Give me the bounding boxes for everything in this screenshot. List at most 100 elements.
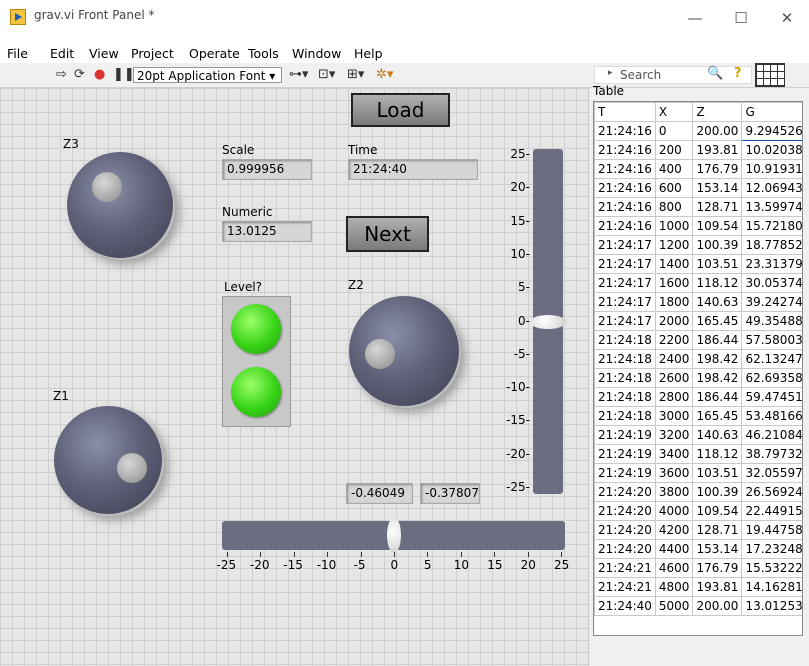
table-cell[interactable]: 400 <box>654 159 694 179</box>
table-cell[interactable]: 46.210842 <box>741 425 802 445</box>
table-cell[interactable]: 21:24:18 <box>594 406 656 426</box>
table-cell[interactable]: 23.313792 <box>741 254 802 274</box>
table-cell[interactable]: 3200 <box>654 425 694 445</box>
table-cell[interactable]: 15.532225 <box>741 558 802 578</box>
table-cell[interactable]: 21:24:17 <box>594 235 656 255</box>
level-led-top[interactable] <box>231 304 281 354</box>
table-cell[interactable]: 1000 <box>654 216 694 236</box>
load-button[interactable]: Load <box>351 93 450 127</box>
table-cell[interactable]: 200.00 <box>692 596 743 616</box>
table-cell[interactable]: 17.232485 <box>741 539 802 559</box>
horizontal-slider-thumb[interactable] <box>387 517 401 553</box>
table-cell[interactable]: 21:24:17 <box>594 311 656 331</box>
table-cell[interactable]: 4200 <box>654 520 694 540</box>
table-cell[interactable]: 21:24:21 <box>594 558 656 578</box>
table-cell[interactable]: 13.012538 <box>741 596 802 616</box>
table-cell[interactable]: 21:24:16 <box>594 216 656 236</box>
table-cell[interactable]: 198.42 <box>692 349 743 369</box>
table-cell[interactable]: 21:24:17 <box>594 292 656 312</box>
table-cell[interactable]: 39.242742 <box>741 292 802 312</box>
table-cell[interactable]: 21:24:16 <box>594 178 656 198</box>
table-cell[interactable]: 21:24:19 <box>594 425 656 445</box>
table-cell[interactable]: 2200 <box>654 330 694 350</box>
close-button[interactable]: ✕ <box>764 4 809 32</box>
table-cell[interactable]: 103.51 <box>692 254 743 274</box>
table-cell[interactable]: 1800 <box>654 292 694 312</box>
table-cell[interactable]: 26.569246 <box>741 482 802 502</box>
table-cell[interactable]: 22.449152 <box>741 501 802 521</box>
table-cell[interactable]: 193.81 <box>692 577 743 597</box>
table-cell[interactable]: 193.81 <box>692 140 743 160</box>
font-select[interactable]: 20pt Application Font ▾ <box>133 67 282 83</box>
table-cell[interactable]: 3400 <box>654 444 694 464</box>
data-table[interactable]: T X Z G 21:24:16 0 200.00 9.294526 21:24:16 200 19… <box>593 101 803 636</box>
menu-project[interactable]: Project <box>131 46 174 61</box>
table-cell[interactable]: 165.45 <box>692 311 743 331</box>
table-cell[interactable]: 21:24:18 <box>594 330 656 350</box>
table-cell[interactable]: 1400 <box>654 254 694 274</box>
table-column-header[interactable]: G <box>741 102 802 122</box>
abort-icon[interactable]: ● <box>94 67 105 82</box>
table-cell[interactable]: 21:24:16 <box>594 197 656 217</box>
table-cell[interactable]: 3000 <box>654 406 694 426</box>
table-cell[interactable]: 57.580031 <box>741 330 802 350</box>
table-cell[interactable]: 59.474516 <box>741 387 802 407</box>
table-cell[interactable]: 21:24:20 <box>594 539 656 559</box>
table-cell[interactable]: 109.54 <box>692 216 743 236</box>
table-cell[interactable]: 21:24:20 <box>594 482 656 502</box>
table-cell[interactable]: 19.447581 <box>741 520 802 540</box>
table-cell[interactable]: 49.354887 <box>741 311 802 331</box>
table-column-header[interactable]: X <box>654 102 694 122</box>
maximize-button[interactable]: ☐ <box>718 4 764 32</box>
table-cell[interactable]: 21:24:40 <box>594 596 656 616</box>
table-cell[interactable]: 140.63 <box>692 425 743 445</box>
table-cell[interactable]: 2800 <box>654 387 694 407</box>
table-cell[interactable]: 21:24:18 <box>594 368 656 388</box>
table-cell[interactable]: 30.053743 <box>741 273 802 293</box>
z1-knob[interactable] <box>54 406 162 514</box>
table-cell[interactable]: 21:24:20 <box>594 501 656 521</box>
search-scope-icon[interactable]: ▸ <box>608 68 613 78</box>
table-cell[interactable]: 128.71 <box>692 197 743 217</box>
table-cell[interactable]: 21:24:16 <box>594 159 656 179</box>
table-cell[interactable]: 21:24:17 <box>594 273 656 293</box>
table-cell[interactable]: 21:24:16 <box>594 121 656 141</box>
resize-icon[interactable]: ⊞▾ <box>347 67 364 82</box>
table-cell[interactable]: 118.12 <box>692 273 743 293</box>
pause-icon[interactable]: ❚❚ <box>113 67 135 82</box>
table-cell[interactable]: 62.132474 <box>741 349 802 369</box>
table-cell[interactable]: 200.00 <box>692 121 743 141</box>
table-column-header[interactable]: Z <box>692 102 743 122</box>
table-cell[interactable]: 13.599740 <box>741 197 802 217</box>
table-cell[interactable]: 5000 <box>654 596 694 616</box>
menu-operate[interactable]: Operate <box>189 46 240 61</box>
table-cell[interactable]: 165.45 <box>692 406 743 426</box>
vertical-slider-thumb[interactable] <box>530 314 566 329</box>
reorder-icon[interactable]: ✲▾ <box>376 67 393 82</box>
table-cell[interactable]: 21:24:17 <box>594 254 656 274</box>
table-cell[interactable]: 153.14 <box>692 178 743 198</box>
table-cell[interactable]: 100.39 <box>692 482 743 502</box>
table-cell[interactable]: 18.778525 <box>741 235 802 255</box>
level-led-bottom[interactable] <box>231 367 281 417</box>
table-cell[interactable]: 109.54 <box>692 501 743 521</box>
table-cell[interactable]: 32.055979 <box>741 463 802 483</box>
table-cell[interactable]: 200 <box>654 140 694 160</box>
distribute-icon[interactable]: ⊡▾ <box>318 67 335 82</box>
help-icon[interactable]: ? <box>734 66 742 81</box>
table-cell[interactable]: 186.44 <box>692 330 743 350</box>
minimize-button[interactable]: — <box>672 4 718 32</box>
z2-knob[interactable] <box>349 296 459 406</box>
table-cell[interactable]: 53.481667 <box>741 406 802 426</box>
table-cell[interactable]: 153.14 <box>692 539 743 559</box>
table-cell[interactable]: 600 <box>654 178 694 198</box>
table-cell[interactable]: 103.51 <box>692 463 743 483</box>
search-input[interactable] <box>594 66 752 84</box>
table-cell[interactable]: 100.39 <box>692 235 743 255</box>
menu-help[interactable]: Help <box>354 46 383 61</box>
table-cell[interactable]: 21:24:16 <box>594 140 656 160</box>
connector-pane-icon[interactable] <box>755 63 785 87</box>
align-icon[interactable]: ⊶▾ <box>289 67 309 82</box>
table-cell[interactable]: 62.693586 <box>741 368 802 388</box>
table-cell[interactable]: 3600 <box>654 463 694 483</box>
